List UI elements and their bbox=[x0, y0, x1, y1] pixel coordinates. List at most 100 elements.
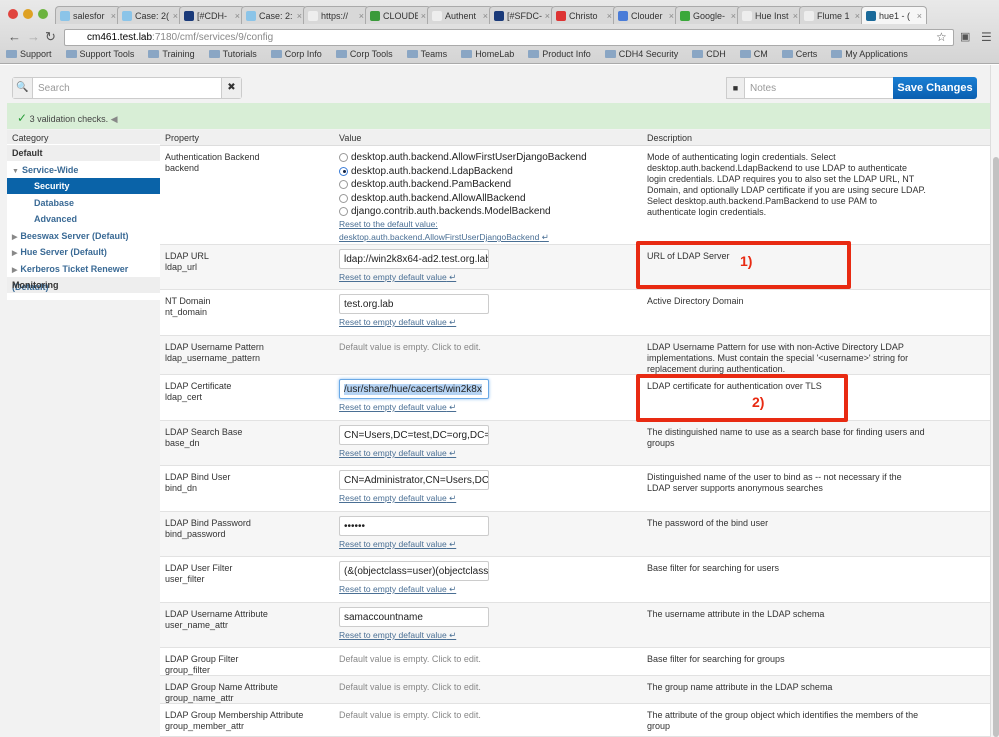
sidebar-item-security[interactable]: Security bbox=[7, 178, 160, 195]
forward-icon[interactable]: → bbox=[27, 29, 40, 44]
bookmark-folder[interactable]: CM bbox=[739, 49, 768, 59]
radio-button[interactable] bbox=[339, 166, 348, 176]
bookmark-folder[interactable]: Tutorials bbox=[208, 49, 257, 59]
close-tab-icon[interactable]: × bbox=[173, 11, 178, 21]
bookmark-folder[interactable]: Support Tools bbox=[65, 49, 134, 59]
bookmark-folder[interactable]: My Applications bbox=[831, 49, 908, 59]
extension-icon[interactable]: ▣ bbox=[960, 30, 970, 43]
empty-value-placeholder[interactable]: Default value is empty. Click to edit. bbox=[339, 682, 481, 692]
sidebar-item-database[interactable]: Database bbox=[7, 195, 160, 211]
close-tab-icon[interactable]: × bbox=[111, 11, 116, 21]
reload-icon[interactable]: ↻ bbox=[45, 29, 56, 45]
reset-empty-default-link[interactable]: Reset to empty default value ↵ bbox=[339, 448, 489, 459]
clear-search-icon[interactable]: ✖ bbox=[221, 78, 241, 98]
sidebar-item-advanced[interactable]: Advanced bbox=[7, 211, 160, 228]
browser-tab[interactable]: Clouder × bbox=[613, 6, 679, 24]
bookmark-folder[interactable]: Certs bbox=[781, 49, 817, 59]
sidebar-item-hue-server[interactable]: ▶ Hue Server (Default) bbox=[7, 244, 160, 261]
browser-tab[interactable]: Christo × bbox=[551, 6, 617, 24]
bind-dn-input[interactable]: CN=Administrator,CN=Users,DC=test bbox=[339, 470, 489, 490]
bookmark-folder[interactable]: Support bbox=[6, 49, 52, 59]
ldap-cert-input[interactable]: /usr/share/hue/cacerts/win2k8x bbox=[339, 379, 489, 399]
browser-tab[interactable]: Flume 1 × bbox=[799, 6, 865, 24]
address-bar[interactable]: cm461.test.lab:7180/cmf/services/9/confi… bbox=[64, 29, 954, 46]
browser-tab[interactable]: [#CDH- × bbox=[179, 6, 245, 24]
close-tab-icon[interactable]: × bbox=[793, 11, 798, 21]
close-tab-icon[interactable]: × bbox=[545, 11, 550, 21]
nt-domain-input[interactable]: test.org.lab bbox=[339, 294, 489, 314]
browser-tab[interactable]: salesfor × bbox=[55, 6, 121, 24]
user-name-attr-input[interactable]: samaccountname bbox=[339, 607, 489, 627]
reset-default-value-link[interactable]: desktop.auth.backend.AllowFirstUserDjang… bbox=[339, 232, 549, 243]
minimize-window-button[interactable] bbox=[23, 9, 33, 19]
collapse-arrow-icon[interactable]: ◀ bbox=[111, 114, 118, 124]
bookmark-folder[interactable]: CDH4 Security bbox=[604, 49, 678, 59]
browser-tab[interactable]: [#SFDC- × bbox=[489, 6, 555, 24]
bookmark-folder[interactable]: HomeLab bbox=[461, 49, 514, 59]
star-icon[interactable]: ☆ bbox=[936, 30, 947, 44]
scrollbar[interactable] bbox=[990, 65, 999, 737]
bookmark-folder[interactable]: Corp Tools bbox=[335, 49, 393, 59]
empty-value-placeholder[interactable]: Default value is empty. Click to edit. bbox=[339, 654, 481, 664]
close-tab-icon[interactable]: × bbox=[483, 11, 488, 21]
back-icon[interactable]: ← bbox=[8, 29, 21, 44]
close-window-button[interactable] bbox=[8, 9, 18, 19]
reset-empty-default-link[interactable]: Reset to empty default value ↵ bbox=[339, 272, 489, 283]
backend-option[interactable]: desktop.auth.backend.AllowAllBackend bbox=[339, 192, 587, 206]
sidebar-item-beeswax[interactable]: ▶ Beeswax Server (Default) bbox=[7, 228, 160, 244]
backend-option[interactable]: desktop.auth.backend.LdapBackend bbox=[339, 165, 587, 179]
close-tab-icon[interactable]: × bbox=[731, 11, 736, 21]
empty-value-placeholder[interactable]: Default value is empty. Click to edit. bbox=[339, 710, 481, 720]
browser-tab[interactable]: hue1 - (× bbox=[861, 6, 927, 24]
reset-default-link[interactable]: Reset to the default value: bbox=[339, 219, 549, 229]
sidebar-item-kerberos[interactable]: ▶Kerberos Ticket Renewer (Default) bbox=[7, 261, 160, 292]
sidebar-group-monitoring[interactable]: Monitoring bbox=[7, 277, 160, 294]
empty-value-placeholder[interactable]: Default value is empty. Click to edit. bbox=[339, 342, 481, 352]
radio-button[interactable] bbox=[339, 193, 348, 203]
close-tab-icon[interactable]: × bbox=[297, 11, 302, 21]
bookmark-folder[interactable]: Corp Info bbox=[270, 49, 322, 59]
scrollbar-thumb[interactable] bbox=[993, 157, 999, 737]
browser-tab[interactable]: Authent × bbox=[427, 6, 493, 24]
reset-empty-default-link[interactable]: Reset to empty default value ↵ bbox=[339, 630, 489, 641]
close-tab-icon[interactable]: × bbox=[421, 11, 426, 21]
close-tab-icon[interactable]: × bbox=[917, 11, 922, 21]
browser-tab[interactable]: Google- × bbox=[675, 6, 741, 24]
search-input[interactable]: Search bbox=[33, 78, 221, 98]
validation-text[interactable]: 3 validation checks. bbox=[30, 114, 109, 124]
reset-empty-default-link[interactable]: Reset to empty default value ↵ bbox=[339, 493, 489, 504]
base-dn-input[interactable]: CN=Users,DC=test,DC=org,DC=lab bbox=[339, 425, 489, 445]
zoom-window-button[interactable] bbox=[38, 9, 48, 19]
sidebar-item-service-wide[interactable]: ▼ Service-Wide bbox=[7, 162, 160, 178]
sidebar-group-default[interactable]: Default bbox=[7, 145, 160, 162]
browser-tab[interactable]: Case: 2(× bbox=[117, 6, 183, 24]
browser-tab[interactable]: Case: 2: × bbox=[241, 6, 307, 24]
save-changes-button[interactable]: Save Changes bbox=[893, 77, 977, 99]
reset-empty-default-link[interactable]: Reset to empty default value ↵ bbox=[339, 539, 489, 550]
radio-button[interactable] bbox=[339, 153, 348, 163]
menu-icon[interactable]: ☰ bbox=[981, 30, 992, 44]
reset-empty-default-link[interactable]: Reset to empty default value ↵ bbox=[339, 584, 489, 595]
browser-tab[interactable]: Hue Inst × bbox=[737, 6, 803, 24]
reset-empty-default-link[interactable]: Reset to empty default value ↵ bbox=[339, 317, 489, 328]
bookmark-folder[interactable]: Teams bbox=[406, 49, 447, 59]
bookmark-folder[interactable]: Training bbox=[148, 49, 195, 59]
close-tab-icon[interactable]: × bbox=[607, 11, 612, 21]
close-tab-icon[interactable]: × bbox=[359, 11, 364, 21]
ldap-url-input[interactable]: ldap://win2k8x64-ad2.test.org.lab bbox=[339, 249, 489, 269]
close-tab-icon[interactable]: × bbox=[855, 11, 860, 21]
backend-option[interactable]: django.contrib.auth.backends.ModelBacken… bbox=[339, 205, 587, 219]
radio-button[interactable] bbox=[339, 207, 348, 217]
bookmark-folder[interactable]: CDH bbox=[692, 49, 726, 59]
notes-input[interactable]: Notes bbox=[745, 78, 781, 98]
bookmark-folder[interactable]: Product Info bbox=[528, 49, 591, 59]
bind-password-input[interactable]: •••••• bbox=[339, 516, 489, 536]
backend-option[interactable]: desktop.auth.backend.AllowFirstUserDjang… bbox=[339, 151, 587, 165]
user-filter-input[interactable]: (&(objectclass=user)(objectclass bbox=[339, 561, 489, 581]
backend-option[interactable]: desktop.auth.backend.PamBackend bbox=[339, 178, 587, 192]
close-tab-icon[interactable]: × bbox=[669, 11, 674, 21]
browser-tab[interactable]: https:// × bbox=[303, 6, 369, 24]
close-tab-icon[interactable]: × bbox=[235, 11, 240, 21]
browser-tab[interactable]: CLOUDE × bbox=[365, 6, 431, 24]
radio-button[interactable] bbox=[339, 180, 348, 190]
